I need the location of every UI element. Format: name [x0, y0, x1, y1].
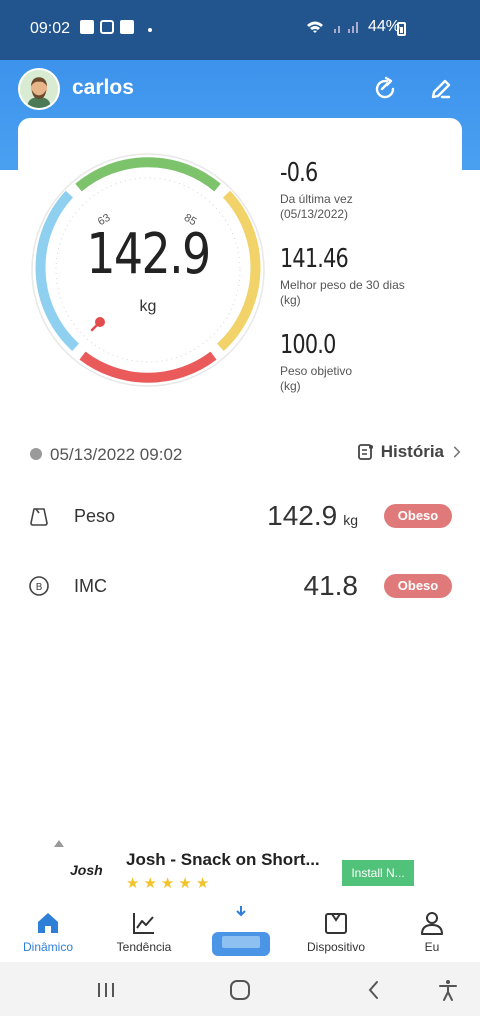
weight-summary-card: 63 85 142.9 kg -0.6 Da última vez (05/13… — [18, 118, 462, 418]
ad-title: Josh - Snack on Short... — [126, 850, 320, 869]
nav-dispositivo[interactable]: Dispositivo — [291, 910, 381, 954]
nav-label: Dispositivo — [306, 940, 366, 954]
home-button-icon[interactable] — [228, 978, 252, 1002]
status-time: 09:02 — [30, 20, 71, 37]
bottom-navigation: Dinâmico Tendência Dispositivo Eu — [0, 904, 480, 962]
star-icon: ★ — [126, 875, 140, 892]
center-scale-button[interactable] — [210, 904, 272, 960]
stat-sublabel: (kg) — [280, 379, 301, 393]
nav-label: Dinâmico — [22, 940, 73, 954]
status-badge: Obeso — [384, 504, 452, 528]
star-icon: ★ — [160, 875, 175, 892]
star-icon: ★ — [178, 875, 192, 892]
ad-choices-icon[interactable] — [54, 840, 64, 847]
metric-value: 142.9 kg — [267, 500, 358, 532]
ad-install-button[interactable]: Install N... — [342, 860, 414, 886]
gauge-weight-unit: kg — [139, 298, 157, 315]
refresh-icon — [375, 76, 395, 99]
metric-row-bmi[interactable]: B IMC 41.8 Obeso — [28, 564, 458, 608]
battery-percentage: 44% — [367, 18, 400, 35]
home-icon — [38, 913, 58, 933]
avatar[interactable] — [18, 68, 60, 110]
edit-icon — [431, 79, 451, 99]
stat-value: -0.6 — [280, 158, 318, 188]
stat-last-change: -0.6 Da última vez (05/13/2022) — [280, 158, 460, 222]
edit-button[interactable] — [426, 74, 456, 104]
trend-icon — [133, 913, 154, 934]
nav-label: Eu — [424, 940, 440, 954]
clock-icon — [30, 448, 42, 460]
weight-gauge: 63 85 142.9 kg — [28, 150, 268, 390]
refresh-button[interactable] — [370, 74, 400, 104]
star-icon: ★ — [143, 875, 157, 892]
svg-text:B: B — [36, 582, 43, 593]
back-icon[interactable] — [362, 978, 386, 1002]
system-navigation-bar — [0, 962, 480, 1016]
metric-number: 142.9 — [267, 500, 338, 531]
gauge-pointer — [90, 317, 105, 332]
ad-logo: Josh — [70, 862, 103, 878]
history-icon — [357, 444, 373, 460]
recent-apps-icon[interactable] — [94, 978, 118, 1002]
weight-stats: -0.6 Da última vez (05/13/2022) 141.46 M… — [280, 158, 460, 416]
system-status-icons: 44% — [306, 18, 400, 36]
stat-label: Peso objetivo — [280, 364, 353, 378]
more-notifications-dot — [148, 28, 152, 32]
stat-goal-weight: 100.0 Peso objetivo (kg) — [280, 330, 460, 394]
signal-icon — [333, 22, 358, 33]
scale-icon — [212, 906, 270, 956]
status-bar: 09:02 44% — [0, 0, 480, 60]
gauge-segment-normal — [75, 157, 221, 192]
stat-value: 141.46 — [280, 244, 349, 274]
metric-name: IMC — [74, 576, 107, 596]
stat-label: Melhor peso de 30 dias — [280, 278, 405, 292]
metric-value: 41.8 — [303, 570, 359, 601]
bmi-icon: B — [29, 576, 49, 596]
history-label: História — [380, 442, 444, 461]
nav-tendencia[interactable]: Tendência — [99, 910, 189, 954]
person-icon — [421, 912, 443, 935]
notification-icons — [80, 20, 134, 34]
ad-banner[interactable]: Josh Josh - Snack on Short... ★ ★ ★ ★ ★ … — [50, 840, 430, 900]
gauge-weight-value: 142.9 — [86, 222, 211, 287]
nav-eu[interactable]: Eu — [387, 910, 477, 954]
metric-unit: kg — [343, 512, 358, 528]
stat-label: Da última vez — [280, 192, 353, 206]
status-badge: Obeso — [384, 574, 452, 598]
weight-icon — [30, 508, 48, 526]
stat-value: 100.0 — [280, 330, 336, 360]
gauge-segment-obese — [79, 351, 217, 383]
measurement-date-row: 05/13/2022 09:02 História — [30, 442, 464, 468]
wifi-icon — [306, 21, 323, 33]
measurement-datetime: 05/13/2022 09:02 — [50, 445, 183, 464]
image-icon — [120, 20, 134, 34]
stat-sublabel: (05/13/2022) — [280, 207, 349, 221]
username: carlos — [72, 76, 134, 99]
battery-icon — [397, 22, 406, 36]
nav-label: Tendência — [116, 940, 172, 954]
accessibility-icon[interactable] — [436, 978, 460, 1002]
device-icon — [325, 913, 347, 934]
stat-best-30-days: 141.46 Melhor peso de 30 dias (kg) — [280, 244, 460, 308]
nav-dinamico[interactable]: Dinâmico — [3, 910, 93, 954]
stat-sublabel: (kg) — [280, 293, 301, 307]
history-link[interactable]: História — [357, 442, 464, 462]
star-icon: ★ — [195, 875, 210, 892]
metric-row-weight[interactable]: Peso 142.9 kg Obeso — [28, 494, 458, 538]
notification-icon — [80, 20, 94, 34]
metric-name: Peso — [74, 506, 116, 526]
ad-rating: ★ ★ ★ ★ ★ — [126, 874, 209, 892]
chevron-right-icon — [453, 446, 461, 458]
notification-icon — [100, 20, 114, 34]
